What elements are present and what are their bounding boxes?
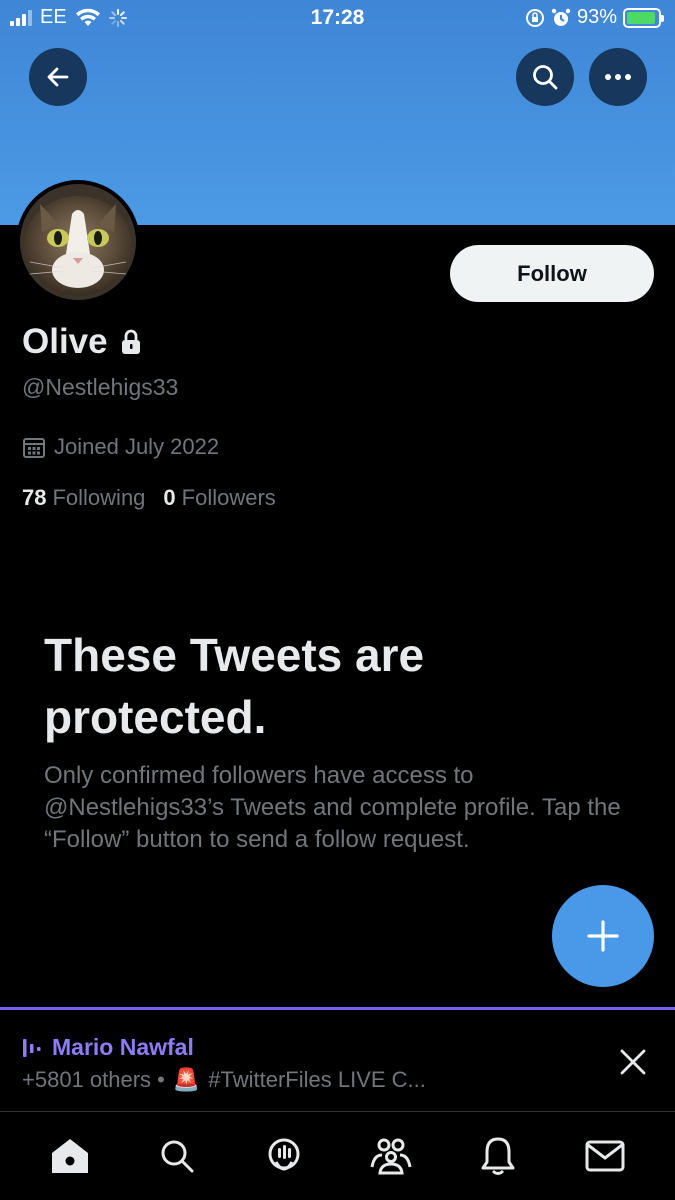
cat-avatar-image — [20, 184, 136, 300]
follow-stats: 78 Following 0 Followers — [22, 485, 276, 511]
plus-icon — [587, 920, 619, 952]
profile-handle: @Nestlehigs33 — [22, 374, 179, 400]
tab-spaces[interactable] — [254, 1126, 314, 1186]
tab-communities[interactable] — [361, 1126, 421, 1186]
search-button[interactable] — [516, 48, 574, 106]
tab-notifications[interactable] — [468, 1126, 528, 1186]
search-icon — [533, 65, 558, 90]
following-label: Following — [52, 485, 146, 510]
followers-label: Followers — [181, 485, 276, 510]
following-link[interactable]: 78 Following — [22, 485, 145, 511]
status-bar: EE 17:28 93% — [0, 0, 675, 38]
profile-name: Olive — [22, 322, 108, 361]
spaces-icon — [268, 1138, 300, 1171]
notifications-icon — [481, 1137, 515, 1175]
avatar[interactable] — [16, 180, 140, 304]
alarm-icon — [551, 8, 571, 26]
live-audio-icon — [23, 1038, 41, 1057]
protected-description: Only confirmed followers have access to … — [44, 762, 621, 853]
live-space-bar[interactable]: Mario Nawfal +5801 others • 🚨 #TwitterFi… — [0, 1007, 675, 1111]
tab-search[interactable] — [147, 1126, 207, 1186]
lock-icon — [121, 329, 140, 354]
calendar-icon — [23, 438, 45, 458]
battery-icon — [623, 7, 664, 28]
home-icon — [51, 1139, 88, 1173]
space-host-name: Mario Nawfal — [52, 1034, 194, 1060]
joined-label: Joined July 2022 — [54, 434, 220, 459]
compose-tweet-button[interactable] — [552, 885, 654, 987]
following-count: 78 — [22, 485, 47, 510]
messages-icon — [585, 1140, 625, 1172]
follow-button[interactable]: Follow — [450, 245, 654, 302]
battery-percent: 93% — [576, 6, 617, 28]
space-close-button[interactable] — [619, 1048, 647, 1081]
protected-title: These Tweets are protected. — [44, 629, 425, 743]
close-icon — [620, 1049, 646, 1075]
more-horizontal-icon — [605, 74, 631, 80]
profile-name-row: Olive — [22, 322, 142, 362]
bottom-tab-bar — [0, 1111, 675, 1200]
orientation-lock-icon — [525, 8, 544, 27]
space-host: Mario Nawfal — [22, 1034, 194, 1061]
tab-home[interactable] — [40, 1126, 100, 1186]
space-listeners: +5801 others • — [22, 1067, 165, 1092]
back-button[interactable] — [29, 48, 87, 106]
space-subtitle: +5801 others • 🚨 #TwitterFiles LIVE C... — [22, 1067, 426, 1093]
tab-messages[interactable] — [575, 1126, 635, 1186]
more-button[interactable] — [589, 48, 647, 106]
search-icon — [161, 1140, 194, 1173]
joined-date: Joined July 2022 — [22, 434, 219, 460]
followers-count: 0 — [163, 485, 176, 510]
communities-icon — [370, 1138, 412, 1175]
followers-link[interactable]: 0 Followers — [163, 485, 275, 511]
space-title: #TwitterFiles LIVE C... — [208, 1067, 426, 1092]
siren-icon: 🚨 — [172, 1067, 201, 1093]
arrow-left-icon — [47, 67, 69, 87]
